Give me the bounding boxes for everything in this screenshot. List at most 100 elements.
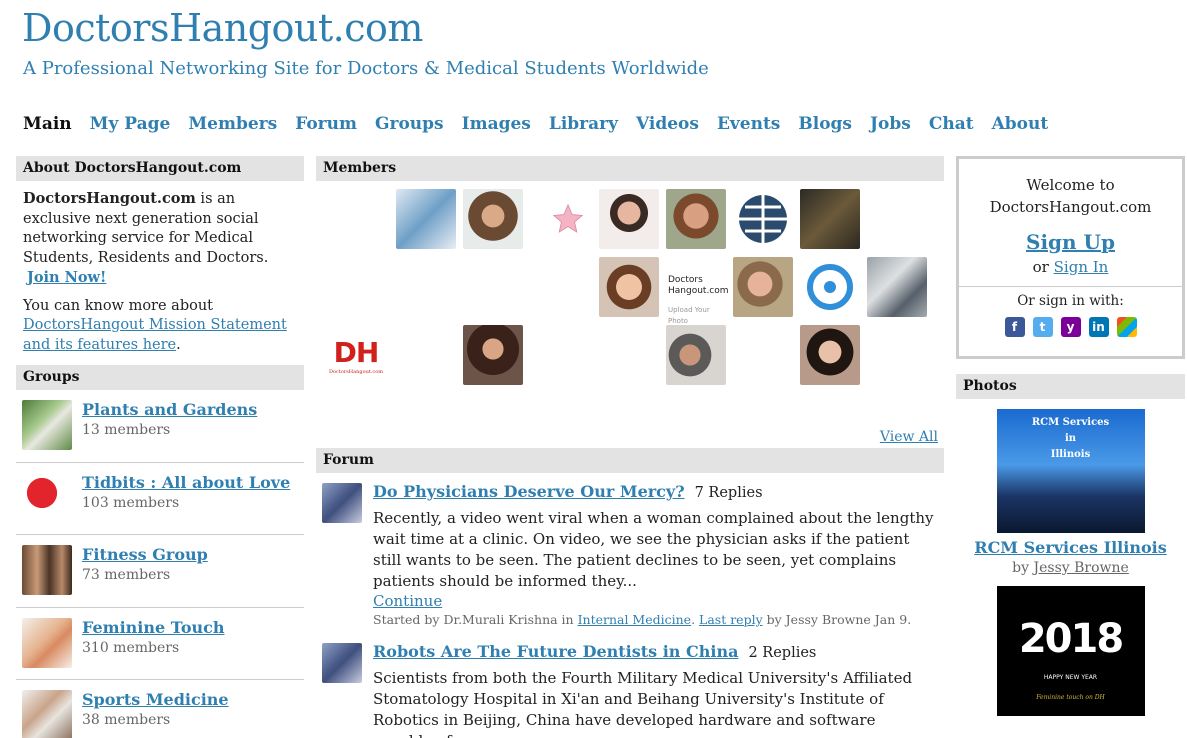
about-more: You can know more about <box>23 297 214 314</box>
group-thumbnail[interactable] <box>22 690 72 738</box>
group-thumbnail[interactable] <box>22 545 72 595</box>
social-login-row: f t y in <box>959 317 1182 337</box>
mission-statement-link[interactable]: DoctorsHangout Mission Statement and its… <box>23 317 287 353</box>
windows-icon[interactable] <box>1116 317 1137 337</box>
welcome-line-1: Welcome to <box>1026 176 1115 194</box>
post-last-reply-link[interactable]: Last reply <box>699 612 763 627</box>
linkedin-icon[interactable]: in <box>1088 317 1109 337</box>
yahoo-icon[interactable]: y <box>1060 317 1081 337</box>
member-avatar[interactable] <box>463 189 523 249</box>
group-thumbnail[interactable] <box>22 400 72 450</box>
group-name[interactable]: Fitness Group <box>82 545 208 565</box>
group-item: Fitness Group 73 members <box>16 535 304 608</box>
post-author-avatar[interactable] <box>322 483 362 523</box>
post-excerpt: Recently, a video went viral when a woma… <box>373 509 934 590</box>
member-avatar[interactable] <box>463 325 523 385</box>
twitter-icon[interactable]: t <box>1032 317 1053 337</box>
post-replies: 7 Replies <box>694 485 763 501</box>
facebook-icon[interactable]: f <box>1004 317 1025 337</box>
nav-chat[interactable]: Chat <box>929 114 974 134</box>
nav-main[interactable]: Main <box>23 114 72 134</box>
nav-blogs[interactable]: Blogs <box>798 114 852 134</box>
group-item: Sports Medicine 38 members <box>16 680 304 738</box>
join-now-link[interactable]: Join Now! <box>27 269 106 286</box>
member-avatar[interactable] <box>599 189 659 249</box>
group-thumbnail[interactable] <box>22 472 72 523</box>
placeholder-sub: Upload Your Photo <box>668 306 710 325</box>
member-avatar[interactable]: Doctors Hangout.com Upload Your Photo <box>666 257 729 325</box>
member-avatar[interactable] <box>800 189 860 249</box>
member-avatar[interactable] <box>666 189 726 249</box>
nav-forum[interactable]: Forum <box>295 114 357 134</box>
groups-heading: Groups <box>16 365 304 390</box>
group-thumbnail[interactable] <box>22 617 72 668</box>
nav-groups[interactable]: Groups <box>375 114 444 134</box>
forum-heading: Forum <box>316 448 944 473</box>
post-excerpt: Scientists from both the Fourth Military… <box>373 669 913 738</box>
group-item: Feminine Touch 310 members <box>16 608 304 680</box>
main-nav: Main My Page Members Forum Groups Images… <box>23 114 1048 134</box>
photo-image[interactable]: 2018 HAPPY NEW YEAR Feminine touch on DH <box>996 586 1145 716</box>
nav-jobs[interactable]: Jobs <box>870 114 911 134</box>
member-avatar[interactable] <box>396 189 456 249</box>
member-avatar[interactable] <box>867 257 927 317</box>
nav-about[interactable]: About <box>992 114 1049 134</box>
placeholder-text: Doctors Hangout.com <box>668 275 729 296</box>
or-sign-in-with: Or sign in with: <box>1017 293 1124 309</box>
photo-author-link[interactable]: Jessy Browne <box>1034 560 1129 576</box>
post-author-avatar[interactable] <box>322 643 362 683</box>
nav-members[interactable]: Members <box>188 114 277 134</box>
member-avatar[interactable] <box>800 325 860 385</box>
post-meta: Started by Dr.Murali Krishna in Internal… <box>373 612 912 627</box>
site-tagline: A Professional Networking Site for Docto… <box>23 58 709 79</box>
stethoscope-logo-icon <box>807 264 853 310</box>
group-item: Tidbits : All about Love 103 members <box>16 463 304 535</box>
group-name[interactable]: Feminine Touch <box>82 618 225 638</box>
groups-box: Groups Plants and Gardens 13 members Tidb… <box>16 365 304 738</box>
star-icon <box>552 203 584 233</box>
post-continue-link[interactable]: Continue <box>373 592 938 611</box>
dh-logo-sub: DoctorsHangout.com <box>329 368 383 375</box>
view-all-members-link[interactable]: View All <box>880 429 938 445</box>
photo-caption[interactable]: RCM Services Illinois <box>956 537 1185 558</box>
photo-image[interactable]: RCM Services in Illinois <box>996 409 1145 533</box>
forum-post: Do Physicians Deserve Our Mercy? 7 Replie… <box>316 473 944 629</box>
group-name[interactable]: Plants and Gardens <box>82 400 257 420</box>
photo-item: RCM Services in Illinois RCM Services Il… <box>956 399 1185 578</box>
nav-events[interactable]: Events <box>717 114 780 134</box>
members-grid: Doctors Hangout.com Upload Your Photo DH… <box>316 181 944 445</box>
member-avatar[interactable] <box>733 257 793 317</box>
member-avatar[interactable]: DH DoctorsHangout.com <box>326 325 386 385</box>
group-count: 103 members <box>82 494 180 511</box>
photo-item: 2018 HAPPY NEW YEAR Feminine touch on DH <box>956 578 1185 716</box>
group-count: 38 members <box>82 712 171 728</box>
site-title[interactable]: DoctorsHangout.com <box>22 6 423 50</box>
forum-post: Robots Are The Future Dentists in China 2… <box>316 629 944 738</box>
group-name[interactable]: Tidbits : All about Love <box>82 473 290 493</box>
middle-column: Members Doctors Hangout.com Upload Your … <box>316 156 944 738</box>
nav-videos[interactable]: Videos <box>636 114 699 134</box>
post-title[interactable]: Robots Are The Future Dentists in China <box>373 642 738 661</box>
dh-logo: DH <box>333 335 380 369</box>
sign-in-link[interactable]: Sign In <box>1054 258 1109 276</box>
post-category-link[interactable]: Internal Medicine <box>578 612 692 627</box>
nav-library[interactable]: Library <box>549 114 618 134</box>
divider <box>959 286 1182 287</box>
welcome-box: Welcome to DoctorsHangout.com Sign Up or… <box>956 156 1185 359</box>
nav-my-page[interactable]: My Page <box>90 114 171 134</box>
member-avatar[interactable] <box>599 257 659 317</box>
member-avatar[interactable] <box>538 189 598 249</box>
member-avatar[interactable] <box>800 257 860 317</box>
members-heading: Members <box>316 156 944 181</box>
group-item: Plants and Gardens 13 members <box>16 390 304 463</box>
post-title[interactable]: Do Physicians Deserve Our Mercy? <box>373 482 685 501</box>
photo-author: by Jessy Browne <box>1012 560 1129 576</box>
welcome-line-2: DoctorsHangout.com <box>989 198 1152 216</box>
member-avatar[interactable] <box>666 325 726 385</box>
member-avatar[interactable] <box>733 189 793 249</box>
nav-images[interactable]: Images <box>462 114 531 134</box>
forum-box: Forum Do Physicians Deserve Our Mercy? 7 … <box>316 448 944 738</box>
group-name[interactable]: Sports Medicine <box>82 690 229 710</box>
photos-heading: Photos <box>956 374 1185 399</box>
sign-up-link[interactable]: Sign Up <box>959 230 1182 254</box>
